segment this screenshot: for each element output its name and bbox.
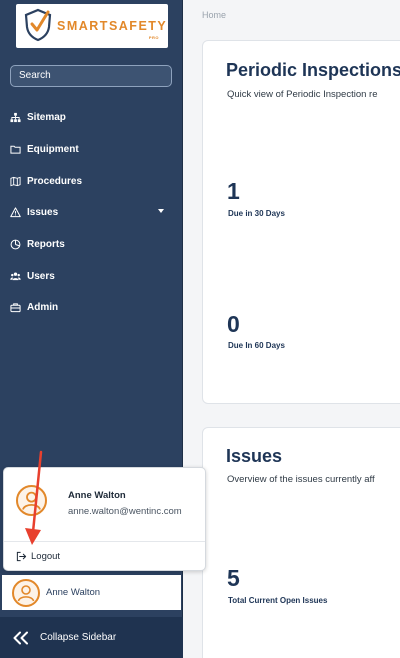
sidebar-item-label: Sitemap bbox=[27, 112, 66, 124]
sidebar-nav: Sitemap Equipment Procedures Issues Repo… bbox=[0, 102, 183, 324]
due-60-days-count[interactable]: 0 bbox=[227, 311, 240, 338]
sidebar-item-label: Reports bbox=[27, 239, 65, 251]
user-icon bbox=[22, 491, 41, 510]
due-60-days-label: Due In 60 Days bbox=[228, 341, 285, 350]
sidebar-item-label: Issues bbox=[27, 207, 59, 219]
due-30-days-label: Due in 30 Days bbox=[228, 209, 285, 218]
collapse-sidebar-button[interactable]: Collapse Sidebar bbox=[0, 617, 183, 658]
card-subtitle: Overview of the issues currently aff bbox=[227, 474, 375, 485]
due-30-days-count[interactable]: 1 bbox=[227, 178, 240, 205]
sidebar-item-sitemap[interactable]: Sitemap bbox=[0, 102, 183, 134]
open-issues-count[interactable]: 5 bbox=[227, 565, 240, 592]
issues-card: Issues Overview of the issues currently … bbox=[202, 427, 400, 658]
user-email: anne.walton@wentinc.com bbox=[68, 506, 182, 517]
periodic-inspections-card: Periodic Inspections Quick view of Perio… bbox=[202, 40, 400, 404]
card-title: Periodic Inspections bbox=[226, 60, 400, 80]
logout-label: Logout bbox=[31, 550, 61, 562]
avatar bbox=[12, 578, 40, 607]
logo-suffix-text: PRO bbox=[148, 35, 159, 40]
sidebar-item-label: Equipment bbox=[27, 144, 79, 156]
map-icon bbox=[10, 176, 21, 186]
double-chevron-left-icon bbox=[13, 631, 28, 644]
search-input[interactable]: Search bbox=[10, 65, 172, 87]
breadcrumb[interactable]: Home bbox=[202, 10, 226, 20]
sidebar-item-users[interactable]: Users bbox=[0, 260, 183, 292]
user-name: Anne Walton bbox=[68, 490, 126, 501]
sidebar-item-label: Admin bbox=[27, 302, 59, 314]
divider bbox=[4, 541, 205, 542]
sitemap-icon bbox=[10, 113, 21, 123]
sidebar-user-button[interactable]: Anne Walton bbox=[2, 575, 181, 610]
logo-brand-text: SMARTSAFETY bbox=[57, 19, 168, 33]
sidebar-item-procedures[interactable]: Procedures bbox=[0, 165, 183, 197]
caret-down-icon[interactable] bbox=[158, 209, 164, 214]
chart-icon bbox=[10, 239, 21, 250]
sidebar-item-equipment[interactable]: Equipment bbox=[0, 134, 183, 166]
sidebar-item-admin[interactable]: Admin bbox=[0, 292, 183, 324]
briefcase-icon bbox=[10, 303, 21, 313]
card-subtitle: Quick view of Periodic Inspection re bbox=[227, 89, 378, 100]
user-menu-popup: Anne Walton anne.walton@wentinc.com Logo… bbox=[3, 467, 206, 571]
user-icon bbox=[17, 584, 35, 601]
shield-check-logo-icon bbox=[24, 8, 52, 42]
logout-button[interactable]: Logout bbox=[16, 548, 60, 564]
card-title: Issues bbox=[226, 446, 283, 466]
sidebar-item-label: Procedures bbox=[27, 175, 83, 187]
avatar bbox=[16, 485, 47, 516]
logo[interactable]: SMARTSAFETY PRO bbox=[16, 4, 168, 48]
collapse-sidebar-label: Collapse Sidebar bbox=[40, 632, 117, 643]
folder-icon bbox=[10, 145, 21, 154]
users-icon bbox=[10, 272, 21, 280]
sidebar-user-name: Anne Walton bbox=[46, 587, 101, 598]
sidebar-item-issues[interactable]: Issues bbox=[0, 197, 183, 229]
logout-icon bbox=[16, 551, 27, 561]
sidebar-item-label: Users bbox=[27, 270, 55, 282]
warning-icon bbox=[10, 207, 21, 218]
sidebar-item-reports[interactable]: Reports bbox=[0, 229, 183, 261]
open-issues-label: Total Current Open Issues bbox=[228, 596, 328, 605]
